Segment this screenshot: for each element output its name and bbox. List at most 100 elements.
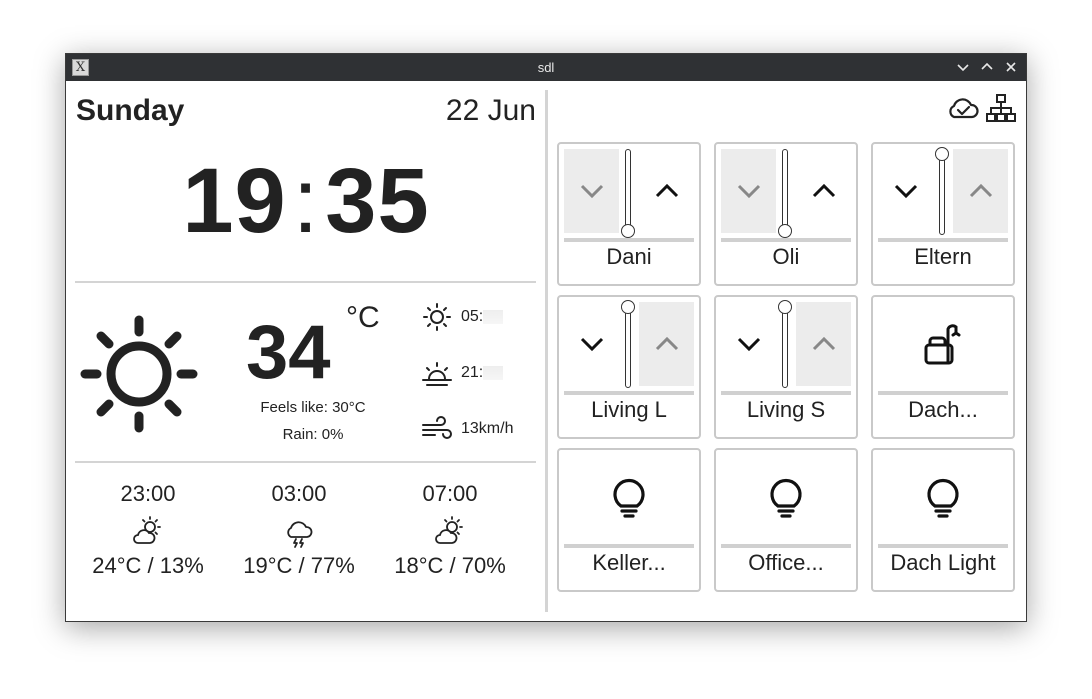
bath-icon (924, 324, 961, 365)
forecast-time: 07:00 (422, 481, 478, 506)
light-tile-office[interactable]: Office... (714, 448, 858, 592)
sunrise-icon (423, 303, 451, 331)
partly-cloudy-icon (435, 516, 463, 544)
dashboard: Sunday 22 Jun 19:35 34 °C Feels like: 30… (66, 81, 1026, 622)
thunderstorm-icon (287, 521, 313, 548)
close-icon[interactable] (1002, 58, 1020, 76)
tile-label: Living L (591, 397, 667, 422)
shade-slider[interactable] (782, 302, 788, 388)
shade-tile-eltern[interactable]: Eltern (871, 142, 1015, 286)
chevron-up-icon (655, 183, 678, 198)
forecast-item: 07:00 18°C / 70% (375, 481, 525, 579)
tile-status-bar (878, 544, 1008, 548)
forecast-value: 18°C / 70% (394, 553, 506, 578)
maximize-icon[interactable] (978, 58, 996, 76)
partly-cloudy-icon (133, 516, 161, 544)
shade-up-button[interactable] (796, 149, 851, 233)
shade-tile-oli[interactable]: Oli (714, 142, 858, 286)
shade-down-button[interactable] (721, 149, 776, 233)
shade-slider[interactable] (625, 149, 631, 235)
tile-label: Living S (746, 397, 826, 422)
panel-divider (545, 90, 548, 612)
minimize-icon[interactable] (954, 58, 972, 76)
network-icon[interactable] (984, 93, 1018, 123)
chevron-up-icon (655, 336, 678, 351)
forecast-item: 03:00 19°C / 77% (224, 481, 374, 579)
chevron-down-icon (580, 184, 603, 199)
chevron-up-icon (969, 183, 992, 198)
tile-label: Dani (606, 244, 652, 269)
tile-status-bar (878, 238, 1008, 242)
shade-down-button[interactable] (721, 302, 776, 386)
light-tile-dach[interactable]: Dach Light (871, 448, 1015, 592)
app-window: X sdl Sunday 22 Jun 19:35 34 °C Feels li… (65, 53, 1027, 622)
slider-knob[interactable] (778, 300, 792, 314)
tile-label: Office... (748, 550, 824, 575)
bulb-icon (770, 478, 802, 518)
bulb-icon (613, 478, 645, 518)
sun-icon (80, 315, 198, 433)
shade-tile-living-l[interactable]: Living L (557, 295, 701, 439)
chevron-up-icon (812, 183, 835, 198)
window-title: sdl (537, 60, 555, 75)
tile-status-bar (721, 391, 851, 395)
rain-chance: Rain: 0% (282, 426, 344, 443)
tile-status-bar (721, 238, 851, 242)
shade-slider[interactable] (939, 149, 945, 235)
date-label: 22 Jun (445, 94, 536, 127)
forecast-time: 03:00 (271, 481, 327, 506)
shade-down-button[interactable] (878, 149, 933, 233)
divider (75, 281, 536, 283)
tile-status-bar (878, 391, 1008, 395)
cloud-check-icon[interactable] (946, 93, 980, 123)
shade-up-button[interactable] (953, 149, 1008, 233)
temperature-unit: °C (346, 301, 380, 334)
tile-status-bar (721, 544, 851, 548)
title-bar[interactable]: X sdl (66, 54, 1026, 81)
shade-up-button[interactable] (796, 302, 851, 386)
clock: 19:35 (76, 149, 536, 254)
bulb-icon (927, 478, 959, 518)
divider (75, 461, 536, 463)
forecast-value: 24°C / 13% (92, 553, 204, 578)
sunset-time: 21: (461, 364, 504, 382)
shade-down-button[interactable] (564, 149, 619, 233)
tile-label: Eltern (914, 244, 972, 269)
wind-speed: 13km/h (461, 420, 514, 437)
clock-minutes: 35 (325, 150, 430, 252)
slider-knob[interactable] (621, 300, 635, 314)
tile-label: Oli (772, 244, 800, 269)
slider-knob[interactable] (778, 224, 792, 238)
day-label: Sunday (76, 94, 185, 127)
shade-slider[interactable] (625, 302, 631, 388)
shade-up-button[interactable] (639, 149, 694, 233)
sunset-icon (422, 362, 452, 386)
forecast-item: 23:00 24°C / 13% (73, 481, 223, 579)
chevron-down-icon (737, 337, 760, 352)
light-tile-keller[interactable]: Keller... (557, 448, 701, 592)
sunrise-time: 05: (461, 308, 504, 326)
scene-tile-dach[interactable]: Dach... (871, 295, 1015, 439)
sunset-text: 21: (461, 364, 484, 381)
tile-label: Keller... (592, 550, 666, 575)
chevron-up-icon (812, 336, 835, 351)
shade-slider[interactable] (782, 149, 788, 235)
chevron-down-icon (737, 184, 760, 199)
shade-down-button[interactable] (564, 302, 619, 386)
chevron-down-icon (894, 184, 917, 199)
shade-tile-dani[interactable]: Dani (557, 142, 701, 286)
current-temperature: 34 (246, 310, 331, 395)
forecast-value: 19°C / 77% (243, 553, 355, 578)
shade-up-button[interactable] (639, 302, 694, 386)
tile-status-bar (564, 238, 694, 242)
slider-knob[interactable] (935, 147, 949, 161)
sunrise-text: 05: (461, 308, 484, 325)
clock-hours: 19 (182, 150, 287, 252)
forecast-time: 23:00 (120, 481, 176, 506)
slider-knob[interactable] (621, 224, 635, 238)
chevron-down-icon (580, 337, 603, 352)
shade-tile-living-s[interactable]: Living S (714, 295, 858, 439)
tile-label: Dach Light (890, 550, 996, 575)
redacted-value (483, 365, 504, 380)
tile-status-bar (564, 544, 694, 548)
